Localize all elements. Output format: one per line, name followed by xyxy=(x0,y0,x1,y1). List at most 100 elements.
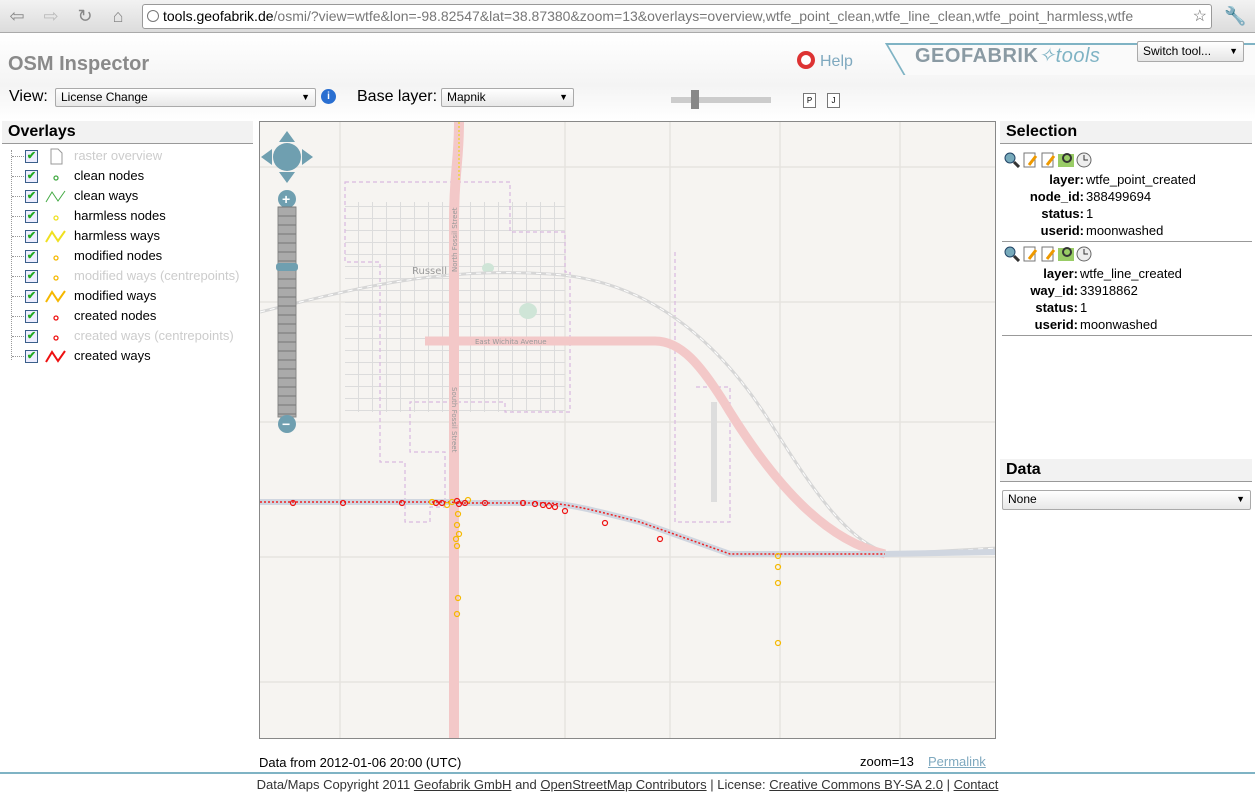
selection-row: userid: moonwashed xyxy=(1002,222,1252,239)
tree-connector xyxy=(12,316,24,317)
overlay-checkbox[interactable]: ✔ xyxy=(25,210,38,223)
page-symbol-icon xyxy=(45,146,67,166)
overlay-item[interactable]: ✔ harmless nodes xyxy=(0,206,258,226)
edit-potlatch-icon[interactable]: P xyxy=(803,93,816,108)
base-layer-select[interactable]: Mapnik ▼ xyxy=(441,88,574,107)
overlay-item[interactable]: ✔ modified ways (centrepoints) xyxy=(0,266,258,286)
overlay-label: modified nodes xyxy=(74,248,163,263)
field-value: 33918862 xyxy=(1080,283,1138,298)
overlay-label: modified ways xyxy=(74,288,157,303)
overlay-item[interactable]: ✔ created ways xyxy=(0,346,258,366)
field-value: moonwashed xyxy=(1080,317,1158,332)
wrench-icon[interactable]: 🔧 xyxy=(1224,5,1246,27)
field-key: node_id: xyxy=(1029,189,1084,204)
edit-josm-icon[interactable] xyxy=(1040,246,1056,262)
edit-josm-icon[interactable]: J xyxy=(827,93,840,108)
overlay-item[interactable]: ✔ modified nodes xyxy=(0,246,258,266)
edit-josm-icon[interactable] xyxy=(1040,152,1056,168)
overlay-checkbox[interactable]: ✔ xyxy=(25,330,38,343)
home-icon[interactable]: ⌂ xyxy=(107,5,129,27)
forward-icon[interactable]: ⇨ xyxy=(40,5,62,27)
contact-link[interactable]: Contact xyxy=(954,777,999,792)
created-node-marker[interactable] xyxy=(601,519,609,527)
overlay-item[interactable]: ✔ clean nodes xyxy=(0,166,258,186)
view-select[interactable]: License Change ▼ xyxy=(55,88,316,107)
overlay-item[interactable]: ✔ created ways (centrepoints) xyxy=(0,326,258,346)
dropdown-arrow-icon: ▼ xyxy=(1229,46,1238,56)
permalink[interactable]: Permalink xyxy=(928,754,986,769)
overlay-checkbox[interactable]: ✔ xyxy=(25,170,38,183)
url-host: tools.geofabrik.de xyxy=(163,8,274,24)
overlay-item[interactable]: ✔ created nodes xyxy=(0,306,258,326)
node-markers xyxy=(289,496,782,647)
overlay-checkbox[interactable]: ✔ xyxy=(25,270,38,283)
selection-actions xyxy=(1002,245,1252,265)
overlay-item[interactable]: ✔ modified ways xyxy=(0,286,258,306)
overlay-item[interactable]: ✔ clean ways xyxy=(0,186,258,206)
map-canvas[interactable]: Russell East Wichita Avenue North Fossil… xyxy=(260,122,996,739)
overlay-checkbox[interactable]: ✔ xyxy=(25,150,38,163)
created-node-marker[interactable] xyxy=(656,535,664,543)
field-key: status: xyxy=(1035,300,1078,315)
way-symbol-icon xyxy=(45,226,67,246)
field-value: wtfe_point_created xyxy=(1086,172,1196,187)
back-icon[interactable]: ⇦ xyxy=(6,5,28,27)
airport-boundary xyxy=(674,252,731,523)
tree-connector xyxy=(12,336,24,337)
logo-main: GEOFABRIK xyxy=(915,45,1039,67)
pan-control[interactable] xyxy=(261,131,313,183)
map-zoom-icon[interactable] xyxy=(1058,152,1074,168)
app-title: OSM Inspector xyxy=(8,53,150,75)
license-link[interactable]: Creative Commons BY-SA 2.0 xyxy=(769,777,943,792)
overlay-checkbox[interactable]: ✔ xyxy=(25,310,38,323)
overlay-checkbox[interactable]: ✔ xyxy=(25,250,38,263)
pan-center[interactable] xyxy=(273,143,301,171)
zoom-slider-handle[interactable] xyxy=(276,263,298,271)
map-view[interactable]: Russell East Wichita Avenue North Fossil… xyxy=(259,121,996,739)
overlay-checkbox[interactable]: ✔ xyxy=(25,350,38,363)
osm-link[interactable]: OpenStreetMap Contributors xyxy=(540,777,706,792)
opacity-slider-handle[interactable] xyxy=(691,90,699,109)
field-key: layer: xyxy=(1049,172,1084,187)
opacity-slider-track[interactable] xyxy=(671,97,771,103)
overlays-heading: Overlays xyxy=(2,121,253,144)
reload-icon[interactable]: ↻ xyxy=(74,5,96,27)
info-icon[interactable]: i xyxy=(321,89,336,104)
help-link[interactable]: Help xyxy=(797,51,853,71)
overlay-checkbox[interactable]: ✔ xyxy=(25,230,38,243)
copyright-footer: Data/Maps Copyright 2011 Geofabrik GmbH … xyxy=(0,777,1255,792)
overlay-checkbox[interactable]: ✔ xyxy=(25,290,38,303)
field-key: layer: xyxy=(1043,266,1078,281)
overlay-list: ✔ raster overview ✔ clean nodes ✔ clean ways ✔… xyxy=(0,146,258,366)
history-icon[interactable] xyxy=(1076,152,1092,168)
magnifier-icon[interactable] xyxy=(1004,152,1021,168)
zoom-bar[interactable] xyxy=(277,206,297,418)
way-symbol-icon xyxy=(45,346,67,366)
geofabrik-link[interactable]: Geofabrik GmbH xyxy=(414,777,512,792)
globe-icon xyxy=(147,10,159,22)
tree-connector xyxy=(12,196,24,197)
overlay-item[interactable]: ✔ harmless ways xyxy=(0,226,258,246)
geofabrik-logo[interactable]: GEOFABRIK✧tools xyxy=(915,43,1100,68)
map-zoom-icon[interactable] xyxy=(1058,246,1074,262)
switch-tool-select[interactable]: Switch tool... ▼ xyxy=(1137,41,1244,62)
data-select[interactable]: None ▼ xyxy=(1002,490,1251,510)
selection-row: layer: wtfe_line_created xyxy=(1002,265,1252,282)
url-path: /osmi/?view=wtfe&lon=-98.82547&lat=38.87… xyxy=(273,8,1134,24)
edit-potlatch-icon[interactable] xyxy=(1022,152,1038,168)
magnifier-icon[interactable] xyxy=(1004,246,1021,262)
zoom-control[interactable]: + − xyxy=(276,190,298,433)
overlay-label: created nodes xyxy=(74,308,157,323)
url-bar[interactable]: tools.geofabrik.de/osmi/?view=wtfe&lon=-… xyxy=(142,4,1212,29)
logo-sub: tools xyxy=(1055,45,1101,67)
bookmark-star-icon[interactable]: ☆ xyxy=(1193,5,1207,28)
overlay-item[interactable]: ✔ raster overview xyxy=(0,146,258,166)
history-icon[interactable] xyxy=(1076,246,1092,262)
view-label: View: xyxy=(9,88,48,105)
field-key: userid: xyxy=(1034,317,1078,332)
separator: | xyxy=(946,777,950,792)
edit-potlatch-icon[interactable] xyxy=(1022,246,1038,262)
map-label-avenue: East Wichita Avenue xyxy=(475,338,547,346)
map-label-north-street: North Fossil Street xyxy=(451,207,459,272)
overlay-checkbox[interactable]: ✔ xyxy=(25,190,38,203)
